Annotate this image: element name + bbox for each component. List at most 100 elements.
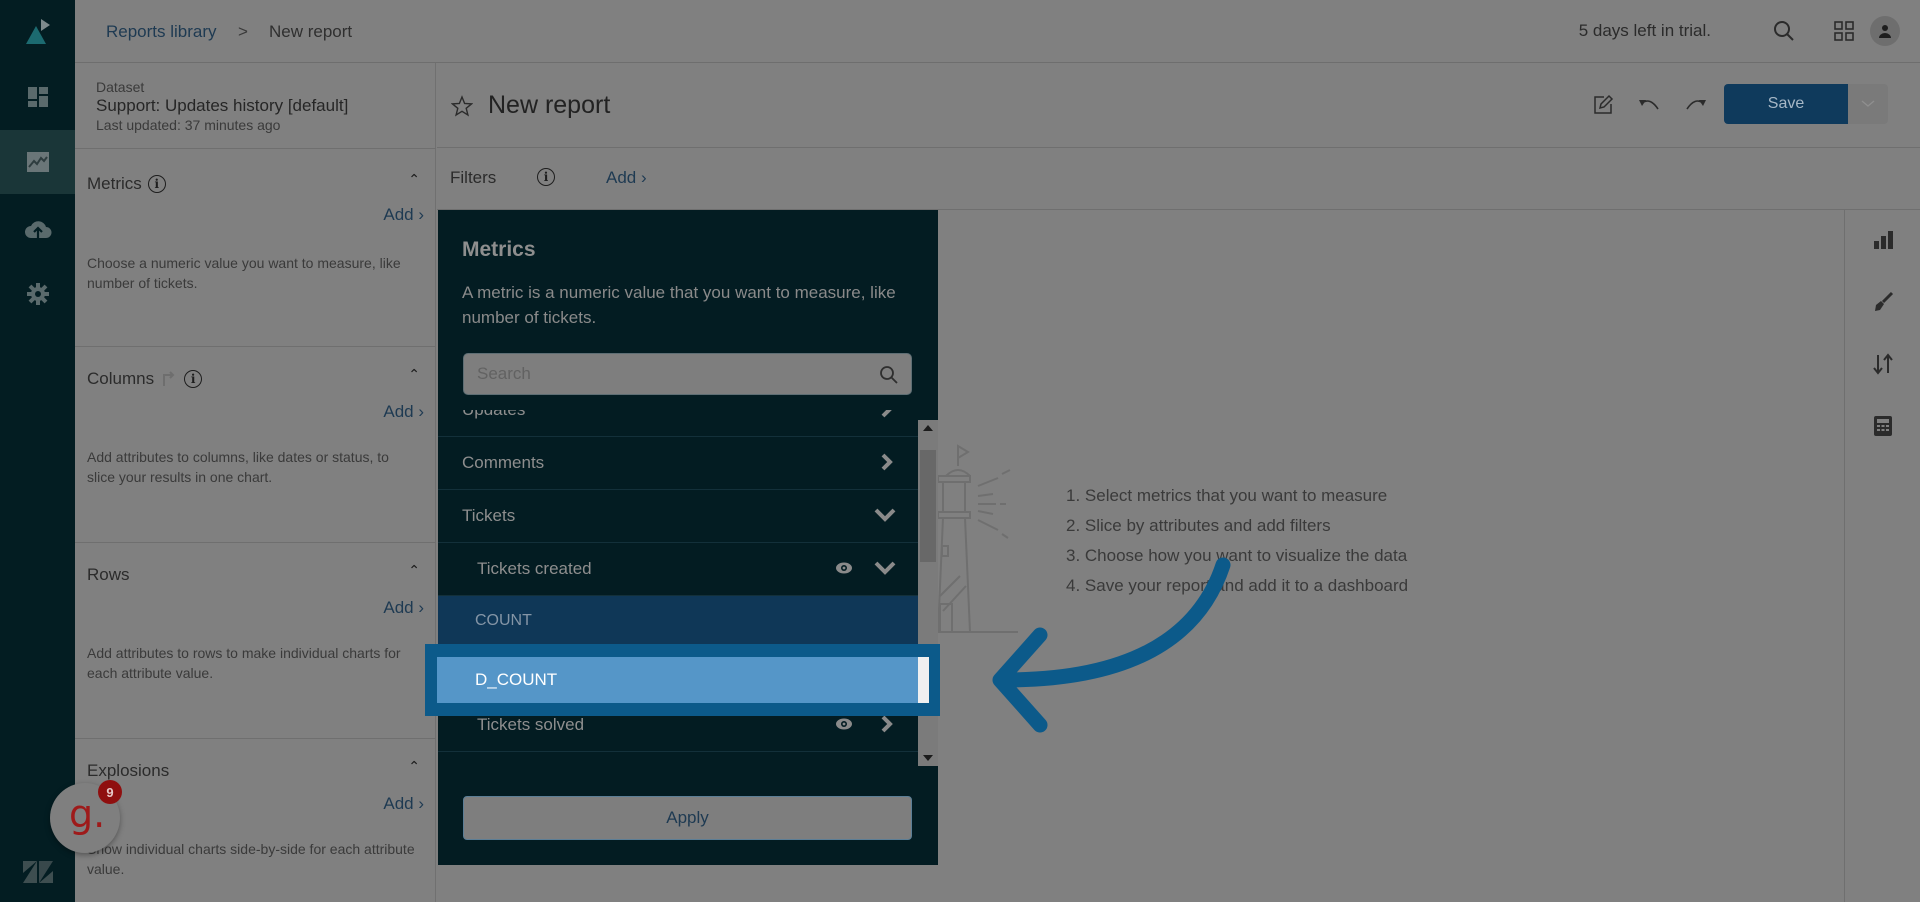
dataset-last-updated: Last updated: 37 minutes ago <box>96 117 281 133</box>
paintbrush-icon <box>1875 291 1894 311</box>
explore-logo[interactable] <box>0 0 75 64</box>
dataset-label: Dataset <box>96 79 145 95</box>
redo-icon <box>1686 100 1706 110</box>
filters-add-button[interactable]: Add › <box>606 168 647 188</box>
explosions-add-button[interactable]: Add › <box>383 794 424 814</box>
scrollbar-thumb[interactable] <box>920 450 936 562</box>
columns-title-text: Columns <box>87 369 155 388</box>
report-header: New report Save <box>437 63 1920 148</box>
calculator-icon <box>1874 416 1892 436</box>
metric-tickets-created[interactable]: Tickets created <box>438 543 918 596</box>
dataset-name[interactable]: Support: Updates history [default] <box>96 96 348 116</box>
dataset-info: Dataset Support: Updates history [defaul… <box>96 79 348 133</box>
chart-type-button[interactable] <box>1845 220 1920 260</box>
explosions-section: Explosions ⌃ Add › Show individual chart… <box>75 738 436 902</box>
zendesk-explore-logo-icon <box>25 19 50 44</box>
collapse-chevron-up-icon[interactable]: ⌃ <box>408 366 420 383</box>
breadcrumb-reports-library[interactable]: Reports library <box>106 22 217 42</box>
redo-button[interactable] <box>1682 92 1708 118</box>
curved-arrow-annotation <box>992 557 1231 733</box>
info-icon[interactable]: i <box>147 175 166 193</box>
undo-icon <box>1639 100 1659 110</box>
info-icon[interactable]: i <box>537 168 555 186</box>
metrics-add-button[interactable]: Add › <box>383 205 424 225</box>
edit-icon <box>1594 94 1614 114</box>
popup-title: Metrics <box>462 238 536 261</box>
reports-chart-icon <box>26 152 49 172</box>
metrics-search[interactable] <box>463 353 912 395</box>
aggregator-label: D_COUNT <box>475 670 558 689</box>
aggregator-d-count[interactable]: D_COUNT <box>437 657 929 703</box>
nav-rail <box>0 0 75 902</box>
upload-cloud-icon <box>24 221 51 238</box>
collapse-chevron-up-icon[interactable]: ⌃ <box>408 758 420 775</box>
explosions-section-title: Explosions <box>87 761 169 781</box>
metrics-section: Metrics i ⌃ Add › Choose a numeric value… <box>75 148 436 344</box>
rail-item-settings[interactable] <box>0 262 75 326</box>
scroll-down-arrow-icon[interactable] <box>923 755 933 761</box>
zendesk-logo[interactable] <box>0 840 75 902</box>
sort-button[interactable] <box>1845 344 1920 384</box>
group-updates[interactable]: Updates <box>438 410 918 437</box>
info-icon[interactable]: i <box>184 370 203 388</box>
report-config-panel: Dataset Support: Updates history [defaul… <box>75 63 436 902</box>
aggregator-count[interactable]: COUNT <box>438 596 918 646</box>
search-button[interactable] <box>1770 17 1798 45</box>
calculation-button[interactable] <box>1845 406 1920 446</box>
chevron-right-icon <box>881 715 893 733</box>
scrollbar-track-segment <box>918 657 929 703</box>
metrics-picker-popup: Metrics A metric is a numeric value that… <box>438 210 938 865</box>
sort-icon <box>1873 353 1893 375</box>
chart-type-icon <box>1874 231 1893 249</box>
chevron-right-icon <box>881 410 892 418</box>
eye-icon[interactable] <box>835 717 853 731</box>
guide-launcher[interactable]: g. 9 <box>50 780 122 853</box>
notification-badge: 9 <box>98 780 122 804</box>
rail-item-reports[interactable] <box>0 130 75 194</box>
rail-item-upload[interactable] <box>0 197 75 261</box>
favorite-star-icon[interactable] <box>451 95 473 117</box>
columns-description: Add attributes to columns, like dates or… <box>87 449 389 485</box>
user-avatar[interactable] <box>1870 16 1900 46</box>
step-1: 1. Select metrics that you want to measu… <box>1066 486 1388 505</box>
rows-add-button[interactable]: Add › <box>383 598 424 618</box>
breadcrumb-separator: > <box>238 22 248 41</box>
zendesk-logo-icon <box>22 861 53 883</box>
swap-icon[interactable] <box>160 370 178 388</box>
scroll-up-arrow-icon[interactable] <box>923 425 933 431</box>
group-label: Comments <box>462 453 545 472</box>
metrics-section-title: Metrics i <box>87 174 166 194</box>
group-comments[interactable]: Comments <box>438 437 918 490</box>
settings-gear-icon <box>26 283 49 305</box>
undo-button[interactable] <box>1637 92 1663 118</box>
chevron-down-icon <box>1861 100 1875 107</box>
report-title[interactable]: New report <box>488 91 610 120</box>
collapse-chevron-up-icon[interactable]: ⌃ <box>408 171 420 188</box>
group-label: Updates <box>462 410 525 420</box>
chevron-down-icon <box>874 508 896 522</box>
filters-bar: Filters i Add › <box>437 148 1920 210</box>
popup-description: A metric is a numeric value that you wan… <box>462 283 896 327</box>
group-label: Tickets <box>462 506 516 525</box>
rail-item-dashboards[interactable] <box>0 65 75 129</box>
metrics-description: Choose a numeric value you want to measu… <box>87 255 401 291</box>
group-tickets[interactable]: Tickets <box>438 490 918 543</box>
filters-label: Filters <box>450 168 497 187</box>
metrics-search-input[interactable] <box>464 354 911 394</box>
eye-icon[interactable] <box>835 561 853 575</box>
edit-button[interactable] <box>1590 92 1616 118</box>
explosions-description: Show individual charts side-by-side for … <box>87 841 415 877</box>
save-options-dropdown[interactable] <box>1848 84 1888 124</box>
apply-button[interactable]: Apply <box>463 796 912 840</box>
explosions-title-text: Explosions <box>87 761 170 780</box>
collapse-chevron-up-icon[interactable]: ⌃ <box>408 562 420 579</box>
chevron-right-icon <box>881 453 893 471</box>
format-button[interactable] <box>1845 282 1920 322</box>
columns-add-button[interactable]: Add › <box>383 402 424 422</box>
apps-button[interactable] <box>1830 17 1858 45</box>
user-avatar-icon <box>1879 25 1891 38</box>
save-button[interactable]: Save <box>1724 84 1848 124</box>
breadcrumb-current: New report <box>269 22 353 41</box>
metrics-title-text: Metrics <box>87 174 142 193</box>
search-icon[interactable] <box>879 365 899 385</box>
